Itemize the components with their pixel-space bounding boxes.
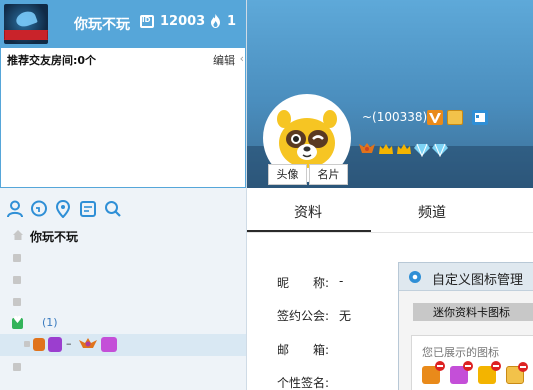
wing-badge-icon [359, 143, 375, 153]
email-label: 邮 箱: [277, 343, 330, 357]
user-nickname: 你玩不玩 [74, 17, 130, 33]
gear-icon [409, 271, 421, 283]
remove-icon[interactable] [435, 361, 445, 371]
v-level-icon[interactable] [422, 361, 445, 384]
tree-root-label: 你玩不玩 [30, 230, 79, 244]
contacts-section: 你玩不玩 (1) – [0, 188, 246, 390]
user-id-number: 12003 [160, 14, 206, 29]
location-pin-icon[interactable] [54, 200, 72, 218]
bullet-icon [13, 254, 21, 262]
heart-icon [12, 315, 23, 329]
id-card-icon [472, 110, 488, 125]
avatar-ribbon [4, 30, 48, 40]
displayed-icons-section: 您已展示的图标 [411, 335, 533, 390]
crown-icon [397, 144, 411, 154]
star-badge-icon[interactable] [478, 361, 501, 384]
signature-label: 个性签名: [277, 376, 330, 390]
group-count: (1) [42, 316, 58, 329]
remove-icon[interactable] [463, 361, 473, 371]
left-panel: 你玩不玩 12003 1 推荐交友房间:0个 编辑 ‹ [0, 0, 246, 390]
fire-count: 1 [227, 14, 237, 29]
person-icon[interactable] [6, 200, 24, 218]
chat-bubble-icon[interactable] [30, 200, 48, 218]
eagle-badge-icon [79, 338, 97, 348]
recommend-rooms-box: 推荐交友房间:0个 编辑 ‹ [0, 48, 246, 188]
tree-row[interactable] [0, 356, 246, 378]
user-uid: ~(100338) [362, 110, 428, 124]
collapse-chevron-icon[interactable]: ‹ [240, 52, 244, 65]
user-avatar[interactable] [4, 4, 48, 44]
avatar-logo [14, 9, 38, 29]
diamond-icon [414, 143, 430, 157]
dialog-header: 自定义图标管理 [399, 263, 533, 291]
dialog-tab-mini-card[interactable]: 迷你资料卡图标 [413, 303, 533, 321]
bullet-icon [13, 363, 21, 371]
bullet-icon [13, 298, 21, 306]
fire-icon [211, 14, 220, 28]
profile-tabs: 资料 频道 [247, 188, 533, 233]
dialog-title: 自定义图标管理 [432, 273, 524, 288]
diamond-icon [432, 143, 448, 157]
displayed-icons-label: 您已展示的图标 [422, 346, 499, 359]
custom-icon-dialog: 自定义图标管理 迷你资料卡图标 您已展示的图标 [398, 262, 533, 390]
id-icon [140, 15, 154, 28]
guild-label: 签约公会: [277, 309, 330, 323]
bullet-icon [13, 276, 21, 284]
v-level-icon [427, 110, 443, 125]
flower-badge-icon[interactable] [450, 361, 473, 384]
member-dash: – [66, 337, 72, 350]
noble-badge-icon [447, 110, 463, 125]
dialog-tab-label: 迷你资料卡图标 [433, 306, 510, 319]
tree-member-row[interactable]: – [0, 334, 246, 356]
home-icon [13, 230, 23, 240]
tree-row[interactable] [0, 269, 246, 291]
tree-group-row[interactable]: (1) [0, 313, 246, 335]
tab-channel[interactable]: 频道 [418, 202, 446, 222]
card-button[interactable]: 名片 [309, 164, 348, 185]
user-header: 你玩不玩 12003 1 [0, 0, 246, 48]
flower-badge-icon [101, 337, 117, 352]
active-tab-indicator [247, 230, 371, 232]
nickname-label: 昵 称: [277, 276, 330, 290]
recommend-rooms-label: 推荐交友房间:0个 [7, 54, 97, 67]
search-icon[interactable] [104, 200, 122, 218]
tree-row[interactable] [0, 291, 246, 313]
guild-value: 无 [339, 309, 352, 323]
edit-button[interactable]: 编辑 [213, 52, 235, 68]
profile-banner: 头像 名片 ~(100338) [247, 0, 533, 188]
nickname-value: - [339, 274, 344, 288]
list-card-icon[interactable] [79, 200, 97, 218]
crown-icon [379, 144, 393, 154]
gift-badge-icon [48, 337, 62, 352]
remove-icon[interactable] [518, 362, 528, 372]
tree-row[interactable] [0, 247, 246, 269]
tab-profile[interactable]: 资料 [294, 202, 322, 222]
remove-icon[interactable] [491, 361, 501, 371]
tree-root-row[interactable]: 你玩不玩 [0, 225, 246, 247]
shield-badge-icon [33, 338, 45, 351]
bullet-icon [24, 341, 30, 347]
noble-badge-icon[interactable] [506, 362, 528, 384]
avatar-button[interactable]: 头像 [268, 164, 307, 185]
